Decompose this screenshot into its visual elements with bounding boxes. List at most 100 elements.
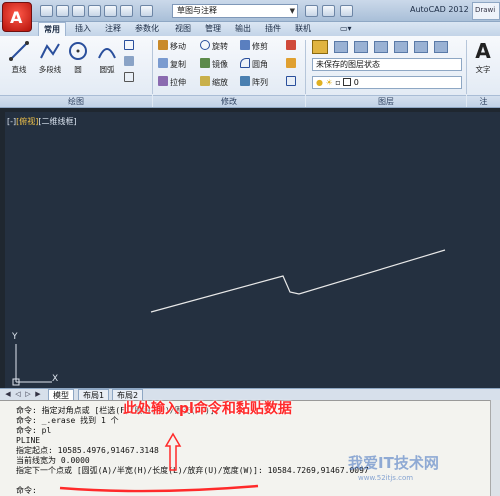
modify-panel-label[interactable]: 修改 [153,95,305,107]
circle-label: 圆 [74,65,82,74]
panel-divider [305,40,306,94]
lightbulb-icon: ● [316,78,323,87]
unlock-icon: ▫ [335,78,341,87]
erase-icon [286,40,296,50]
annotation-panel-label[interactable]: 注 [467,95,500,107]
array-label: 阵列 [252,78,268,87]
hatch-tool[interactable] [124,56,136,69]
polyline-label: 多段线 [38,65,62,74]
red-up-arrow-icon [164,432,182,471]
trim-label: 修剪 [252,42,268,51]
copy-label: 复制 [170,60,186,69]
open-file-icon[interactable] [56,5,69,17]
application-menu-button[interactable]: A [2,2,32,32]
layers-panel-label[interactable]: 图层 [306,95,466,107]
next-tab-icon[interactable]: ▷ [24,390,32,399]
layer-lock-icon[interactable] [414,41,428,53]
circle-icon [67,40,89,62]
scale-label: 缩放 [212,78,228,87]
draw-panel-label[interactable]: 绘图 [0,95,152,107]
last-tab-icon[interactable]: ▶ [34,390,42,399]
mirror-tool[interactable]: 镜像 [200,58,228,71]
draw-more-tool[interactable] [124,72,136,85]
save-icon[interactable] [72,5,85,17]
current-layer-dropdown[interactable]: ● ☀ ▫ 0 [312,76,462,89]
mirror-label: 镜像 [212,60,228,69]
layer-state-value: 未保存的图层状态 [316,60,380,69]
region-icon [124,72,134,82]
circle-tool[interactable]: 圆 [66,40,90,75]
rectangle-icon [124,40,134,50]
text-tool[interactable]: A 文字 [468,40,498,75]
drawing-svg [150,249,446,313]
array-tool[interactable]: 阵列 [240,76,268,89]
layer-quick-icon[interactable] [305,5,318,17]
tab-manage[interactable]: 管理 [200,22,226,36]
properties-quick-icon[interactable] [322,5,335,17]
workspace-settings-icon[interactable] [340,5,353,17]
undo-icon[interactable] [120,5,133,17]
red-underline [59,484,259,493]
layer-isolate-icon[interactable] [354,41,368,53]
layer-match-icon[interactable] [434,41,448,53]
tab-parametric[interactable]: 参数化 [130,22,164,36]
prev-tab-icon[interactable]: ◁ [14,390,22,399]
scale-tool[interactable]: 缩放 [200,76,228,89]
polyline-tool[interactable]: 多段线 [34,40,66,75]
stretch-tool[interactable]: 拉伸 [158,76,186,89]
viewport-style-control[interactable]: [二维线框] [38,117,76,126]
move-label: 移动 [170,42,186,51]
drawing-canvas[interactable] [5,112,500,388]
tab-output[interactable]: 输出 [230,22,256,36]
new-file-icon[interactable] [40,5,53,17]
text-label: 文字 [475,65,491,74]
line-icon [8,40,30,62]
line-tool[interactable]: 直线 [6,40,32,75]
fillet-tool[interactable]: 圆角 [240,58,268,71]
panel-divider [152,40,153,94]
app-title: AutoCAD 2012 [410,5,469,14]
tab-home[interactable]: 常用 [38,22,66,36]
first-tab-icon[interactable]: ◀ [4,390,12,399]
rectangle-tool[interactable] [124,40,136,53]
mirror-icon [200,58,210,68]
viewport-view-control[interactable]: [俯视] [16,117,38,126]
save-as-icon[interactable] [88,5,101,17]
hatch-icon [124,56,134,66]
rotate-tool[interactable]: 旋转 [200,40,228,53]
viewport-controls[interactable]: [-][俯视][二维线框] [7,116,77,127]
ribbon-minimize-icon[interactable]: ▭▾ [335,22,357,36]
offset-tool[interactable] [286,76,298,89]
print-icon[interactable] [104,5,117,17]
layer-state-icon[interactable] [334,41,348,53]
erase-tool[interactable] [286,40,298,53]
tab-view[interactable]: 视图 [170,22,196,36]
workspace-dropdown[interactable]: 草图与注释 ▼ [172,4,298,18]
layer-color-swatch [343,78,352,86]
autocad-logo-icon: A [10,8,23,27]
layer-freeze-icon[interactable] [394,41,408,53]
tab-insert[interactable]: 插入 [70,22,96,36]
tab-online[interactable]: 联机 [290,22,316,36]
explode-icon [286,58,296,68]
move-icon [158,40,168,50]
polyline-entity[interactable] [150,249,446,313]
move-tool[interactable]: 移动 [158,40,186,53]
layer-tool-icons [312,40,452,54]
stretch-icon [158,76,168,86]
layer-off-icon[interactable] [374,41,388,53]
tab-annotate[interactable]: 注释 [100,22,126,36]
stretch-label: 拉伸 [170,78,186,87]
layer-properties-icon[interactable] [312,40,328,54]
layer-state-dropdown[interactable]: 未保存的图层状态 [312,58,462,71]
copy-tool[interactable]: 复制 [158,58,186,71]
viewport-menu[interactable]: [-] [7,117,16,126]
line-label: 直线 [11,65,27,74]
trim-tool[interactable]: 修剪 [240,40,268,53]
redo-icon[interactable] [140,5,153,17]
polyline-icon [39,40,61,62]
arc-tool[interactable]: 圆弧 [94,40,120,75]
fillet-label: 圆角 [252,60,268,69]
explode-tool[interactable] [286,58,298,71]
tab-plugins[interactable]: 插件 [260,22,286,36]
